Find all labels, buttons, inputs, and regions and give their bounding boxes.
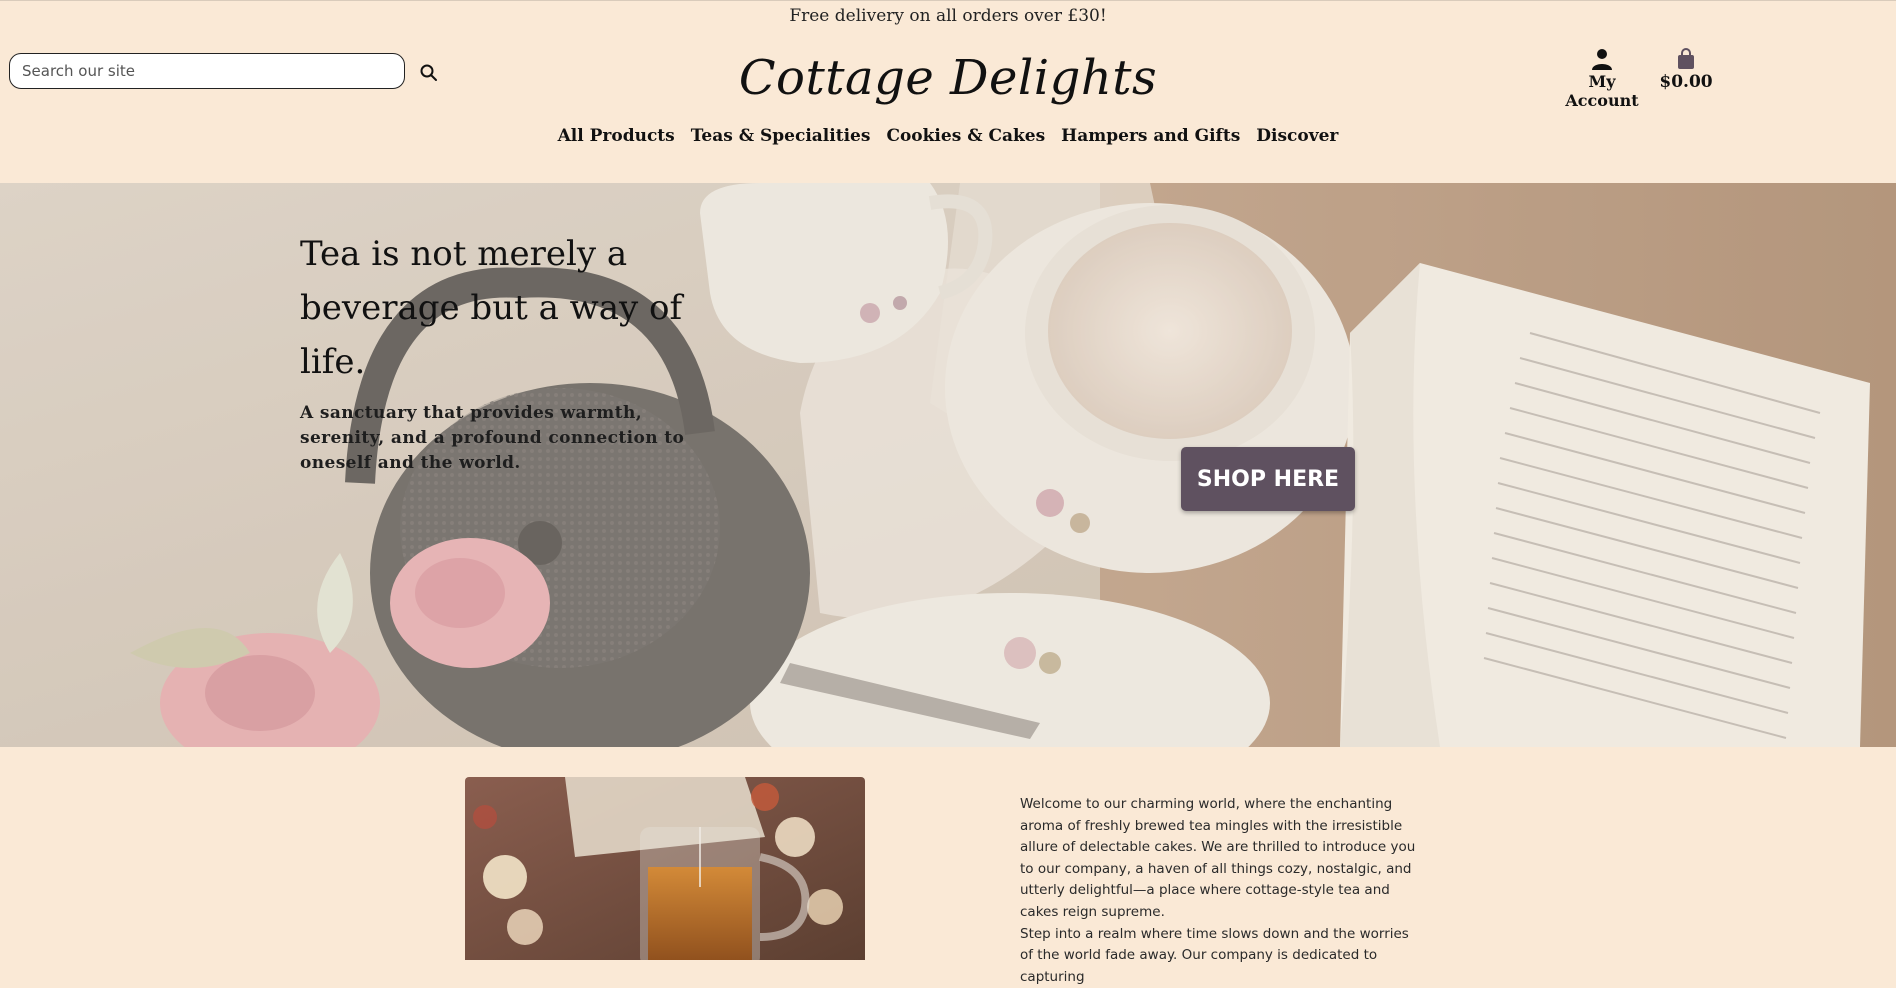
hero-subtitle: A sanctuary that provides warmth, sereni… — [300, 403, 685, 473]
hero-banner: Tea is not merely a beverage but a way o… — [0, 183, 1896, 747]
promo-banner: Free delivery on all orders over £30! — [789, 6, 1107, 26]
nav-cookies-cakes[interactable]: Cookies & Cakes — [886, 126, 1045, 146]
top-divider — [0, 0, 1896, 1]
welcome-paragraph-2: Step into a realm where time slows down … — [1020, 925, 1409, 985]
main-nav: All Products Teas & Specialities Cookies… — [0, 126, 1896, 146]
tea-cup-image — [465, 777, 865, 960]
hero-title: Tea is not merely a beverage but a way o… — [300, 234, 683, 382]
cart-link[interactable]: $0.00 — [1658, 48, 1714, 92]
nav-teas-specialities[interactable]: Teas & Specialities — [691, 126, 871, 146]
nav-discover[interactable]: Discover — [1256, 126, 1338, 146]
my-account-link[interactable]: My Account — [1552, 48, 1652, 110]
nav-hampers-gifts[interactable]: Hampers and Gifts — [1061, 126, 1240, 146]
welcome-paragraph-1: Welcome to our charming world, where the… — [1020, 796, 1416, 920]
cart-total: $0.00 — [1659, 72, 1713, 92]
shopping-bag-icon — [1678, 48, 1694, 69]
shop-here-button[interactable]: SHOP HERE — [1181, 447, 1355, 511]
welcome-text: Welcome to our charming world, where the… — [1020, 794, 1420, 988]
account-label: My Account — [1565, 72, 1639, 110]
hero-image — [0, 183, 1896, 747]
nav-all-products[interactable]: All Products — [558, 126, 675, 146]
user-icon — [1592, 49, 1612, 70]
